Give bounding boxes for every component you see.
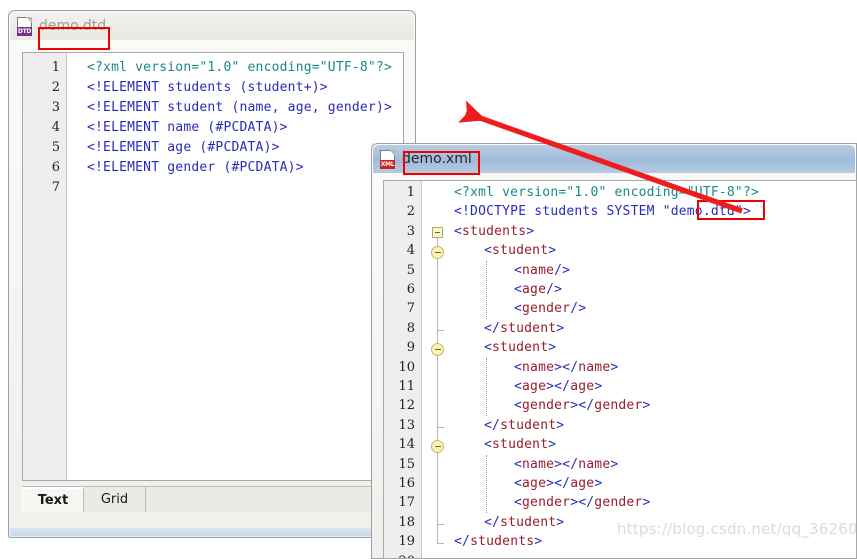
xml-line-number: 15	[398, 456, 415, 472]
dtd-line-number: 2	[51, 80, 60, 95]
xml-code-line: <name></name>	[514, 456, 619, 472]
dtd-file-icon: DTD	[17, 16, 34, 36]
dtd-line-number: 1	[51, 60, 60, 75]
xml-line-number: 10	[398, 359, 415, 375]
xml-line-number: 9	[406, 340, 415, 356]
xml-code-area[interactable]: <?xml version="1.0" encoding="UTF-8"?> <!…	[448, 181, 856, 558]
xml-indent-guide	[486, 357, 488, 416]
xml-line-number: 5	[406, 262, 415, 278]
xml-line-number: 14	[398, 437, 415, 453]
dtd-code-line: <!ELEMENT name (#PCDATA)>	[87, 120, 288, 135]
xml-code-line: </student>	[484, 417, 565, 433]
xml-line-number: 17	[398, 495, 415, 511]
xml-indent-guide	[486, 260, 488, 319]
xml-line-number: 7	[406, 301, 415, 317]
xml-line-number: 13	[398, 417, 415, 433]
xml-tab-filename: demo.xml	[402, 151, 472, 167]
dtd-editor-window[interactable]: DTD demo.dtd 1234567 <?xml version="1.0"…	[8, 10, 416, 538]
xml-line-number: 20	[398, 554, 415, 558]
xml-icon-badge: XML	[380, 159, 395, 169]
xml-file-icon: XML	[380, 149, 397, 169]
xml-line-number: 2	[406, 204, 415, 220]
xml-code-editor[interactable]: 1234567891011121314151617181920 <?xml ve…	[383, 180, 857, 559]
xml-fold-end-tick	[437, 523, 444, 525]
xml-code-line: <students>	[454, 223, 535, 239]
xml-code-line: <student>	[484, 437, 557, 453]
xml-code-line: <?xml version="1.0" encoding="UTF-8"?>	[454, 185, 760, 200]
xml-line-number-gutter: 1234567891011121314151617181920	[384, 181, 422, 558]
xml-line-number: 3	[406, 223, 415, 239]
xml-fold-toggle[interactable]	[431, 343, 444, 357]
xml-line-number: 19	[398, 534, 415, 550]
dtd-code-line: <?xml version="1.0" encoding="UTF-8"?>	[87, 60, 393, 75]
dtd-icon-badge: DTD	[17, 26, 32, 36]
xml-code-line: <age></age>	[514, 379, 603, 394]
xml-fold-toggle-root[interactable]	[432, 226, 443, 238]
dtd-tab-filename: demo.dtd	[39, 18, 107, 34]
xml-editor-window[interactable]: XML demo.xml 1 2 3 4 5 6 7 8 9 10 11 12 13 14 15 16 17 18…	[371, 143, 857, 559]
xml-fold-end-tick	[437, 543, 444, 545]
dtd-code-line: <!ELEMENT gender (#PCDATA)>	[87, 160, 304, 175]
xml-line-number: 12	[398, 398, 415, 414]
xml-indent-guide	[486, 454, 488, 513]
watermark-text: https://blog.csdn.net/qq_36260974	[617, 520, 857, 538]
dtd-line-number-gutter: 1 2 3 4 5 6 7	[23, 53, 67, 480]
xml-fold-toggle[interactable]	[431, 246, 444, 260]
xml-fold-toggle[interactable]	[431, 440, 444, 454]
dtd-view-tab-text[interactable]: Text	[22, 487, 84, 512]
dtd-window-footer	[10, 528, 414, 536]
xml-code-line: <name/>	[514, 262, 571, 278]
xml-code-line: <age></age>	[514, 476, 603, 491]
xml-code-line: <gender></gender>	[514, 495, 651, 511]
dtd-line-number: 6	[51, 160, 60, 175]
xml-code-line: <age/>	[514, 282, 563, 297]
xml-line-number: 6	[406, 282, 415, 297]
xml-code-line: <gender></gender>	[514, 398, 651, 414]
xml-code-line: <student>	[484, 340, 557, 356]
dtd-code-line: <!ELEMENT student (name, age, gender)>	[87, 100, 393, 115]
dtd-code-area[interactable]: <?xml version="1.0" encoding="UTF-8"?> <!…	[79, 53, 403, 480]
dtd-line-number: 7	[51, 180, 60, 195]
xml-code-line: </student>	[484, 514, 565, 530]
xml-line-number: 11	[398, 379, 415, 394]
dtd-view-tab-filler	[146, 487, 404, 512]
xml-line-number: 18	[398, 514, 415, 530]
xml-code-line: <name></name>	[514, 359, 619, 375]
dtd-line-number: 5	[51, 140, 60, 155]
dtd-line-number: 4	[51, 120, 60, 135]
xml-line-number: 8	[406, 320, 415, 336]
xml-code-fold-gutter[interactable]	[426, 181, 448, 558]
xml-fold-end-tick	[437, 426, 444, 428]
dtd-line-number: 3	[51, 100, 60, 115]
dtd-code-line: <!ELEMENT age (#PCDATA)>	[87, 140, 280, 155]
dtd-view-tab-bar[interactable]: Text Grid	[22, 486, 404, 512]
xml-fold-spine	[437, 235, 438, 544]
dtd-code-editor[interactable]: 1 2 3 4 5 6 7 <?xml version="1.0" encoding="UT…	[22, 52, 404, 481]
xml-line-number: 4	[406, 243, 415, 259]
xml-line-number: 16	[398, 476, 415, 491]
xml-code-line: </student>	[484, 320, 565, 336]
xml-fold-end-tick	[437, 329, 444, 331]
xml-window-titlebar[interactable]: XML demo.xml	[373, 145, 855, 173]
dtd-view-tab-grid[interactable]: Grid	[84, 487, 146, 512]
xml-code-line: <gender/>	[514, 301, 587, 317]
xml-code-line: </students>	[454, 534, 543, 550]
dtd-code-line: <!ELEMENT students (student+)>	[87, 80, 328, 95]
xml-code-line: <!DOCTYPE students SYSTEM "demo.dtd">	[454, 204, 751, 220]
xml-line-number: 1	[406, 185, 415, 200]
xml-code-line: <student>	[484, 243, 557, 259]
dtd-window-titlebar[interactable]: DTD demo.dtd	[10, 12, 414, 40]
